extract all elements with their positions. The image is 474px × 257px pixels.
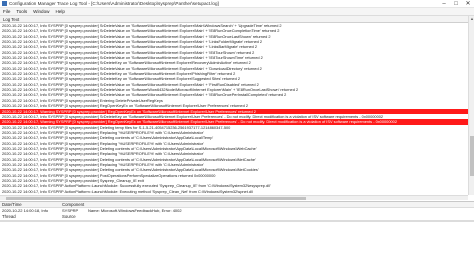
- maximize-button[interactable]: □: [450, 0, 462, 8]
- window-title: Configuration Manager Trace Log Tool - […: [9, 1, 219, 6]
- menu-file[interactable]: File: [0, 8, 13, 16]
- horizontal-scrollbar[interactable]: [0, 195, 468, 200]
- vertical-scroll-thumb[interactable]: [470, 136, 474, 176]
- menu-tools[interactable]: Tools: [13, 8, 30, 16]
- scroll-up-icon[interactable]: ▲: [469, 16, 474, 22]
- message-box[interactable]: [0, 221, 474, 257]
- close-button[interactable]: ✕: [462, 0, 474, 8]
- horizontal-scroll-thumb[interactable]: [6, 197, 306, 200]
- vertical-scrollbar[interactable]: ▲: [468, 16, 474, 195]
- app-icon: [2, 1, 7, 6]
- detail-headers-second: Thread Source: [0, 214, 474, 221]
- source-label: Source: [62, 214, 76, 219]
- menu-window[interactable]: Window: [30, 8, 52, 16]
- detail-headers: Date/Time Component: [0, 201, 474, 208]
- thread-label: Thread: [2, 214, 16, 219]
- log-list[interactable]: 2020-10-22 14:00:17, Info SYSPRP [0 sysp…: [0, 23, 468, 195]
- title-bar: Configuration Manager Trace Log Tool - […: [0, 0, 474, 8]
- log-text-column-header[interactable]: Log Text: [0, 16, 468, 23]
- menu-bar: File Tools Window Help: [0, 8, 474, 16]
- minimize-button[interactable]: –: [438, 0, 450, 8]
- menu-help[interactable]: Help: [52, 8, 67, 16]
